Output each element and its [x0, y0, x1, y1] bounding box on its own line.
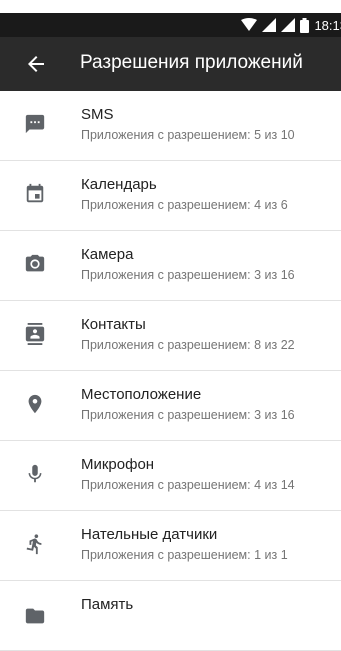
status-bar: 18:13 — [0, 13, 341, 37]
list-item-storage[interactable]: Память — [0, 581, 341, 651]
list-item-subtitle: Приложения с разрешением: 3 из 16 — [81, 268, 295, 282]
battery-icon — [300, 17, 310, 33]
arrow-back-icon[interactable] — [24, 52, 48, 76]
list-item-title: Камера — [81, 246, 134, 263]
list-item-body-sensors[interactable]: Нательные датчики Приложения с разрешени… — [0, 511, 341, 581]
status-icons: 18:13 — [241, 16, 341, 34]
list-item-title: Контакты — [81, 316, 146, 333]
list-item-title: Память — [81, 596, 134, 613]
list-item-subtitle: Приложения с разрешением: 5 из 10 — [81, 128, 295, 142]
contacts-icon — [25, 323, 45, 345]
calendar-icon — [26, 183, 44, 203]
wifi-icon — [241, 18, 258, 31]
page-title: Разрешения приложений — [80, 52, 303, 73]
list-item-microphone[interactable]: Микрофон Приложения с разрешением: 4 из … — [0, 441, 341, 511]
list-item-subtitle: Приложения с разрешением: 1 из 1 — [81, 548, 288, 562]
list-item-contacts[interactable]: Контакты Приложения с разрешением: 8 из … — [0, 301, 341, 371]
list-item-title: Местоположение — [81, 386, 202, 403]
list-item-camera[interactable]: Камера Приложения с разрешением: 3 из 16 — [0, 231, 341, 301]
list-item-sms[interactable]: SMS Приложения с разрешением: 5 из 10 — [0, 91, 341, 161]
signal-icon — [281, 18, 296, 32]
list-item-subtitle: Приложения с разрешением: 8 из 22 — [81, 338, 295, 352]
body-sensors-icon — [26, 534, 42, 555]
list-item-title: Календарь — [81, 176, 157, 193]
microphone-icon — [28, 464, 42, 483]
list-item-calendar[interactable]: Календарь Приложения с разрешением: 4 из… — [0, 161, 341, 231]
list-item-title: Микрофон — [81, 456, 155, 473]
app-bar: Разрешения приложений — [0, 37, 341, 91]
top-margin — [0, 0, 341, 13]
list-item-subtitle: Приложения с разрешением: 4 из 6 — [81, 198, 288, 212]
signal-icon — [262, 18, 277, 32]
list-item-title: SMS — [81, 106, 114, 123]
location-icon — [28, 394, 42, 414]
permission-list: SMS Приложения с разрешением: 5 из 10 Ка… — [0, 91, 341, 651]
list-item-title: Нательные датчики — [81, 526, 218, 543]
list-item-subtitle: Приложения с разрешением: 3 из 16 — [81, 408, 295, 422]
storage-icon — [25, 608, 45, 624]
camera-icon — [25, 254, 45, 272]
status-time: 18:13 — [314, 17, 341, 33]
sms-icon — [25, 114, 45, 134]
list-item-location[interactable]: Местоположение Приложения с разрешением:… — [0, 371, 341, 441]
list-item-subtitle: Приложения с разрешением: 4 из 14 — [81, 478, 295, 492]
